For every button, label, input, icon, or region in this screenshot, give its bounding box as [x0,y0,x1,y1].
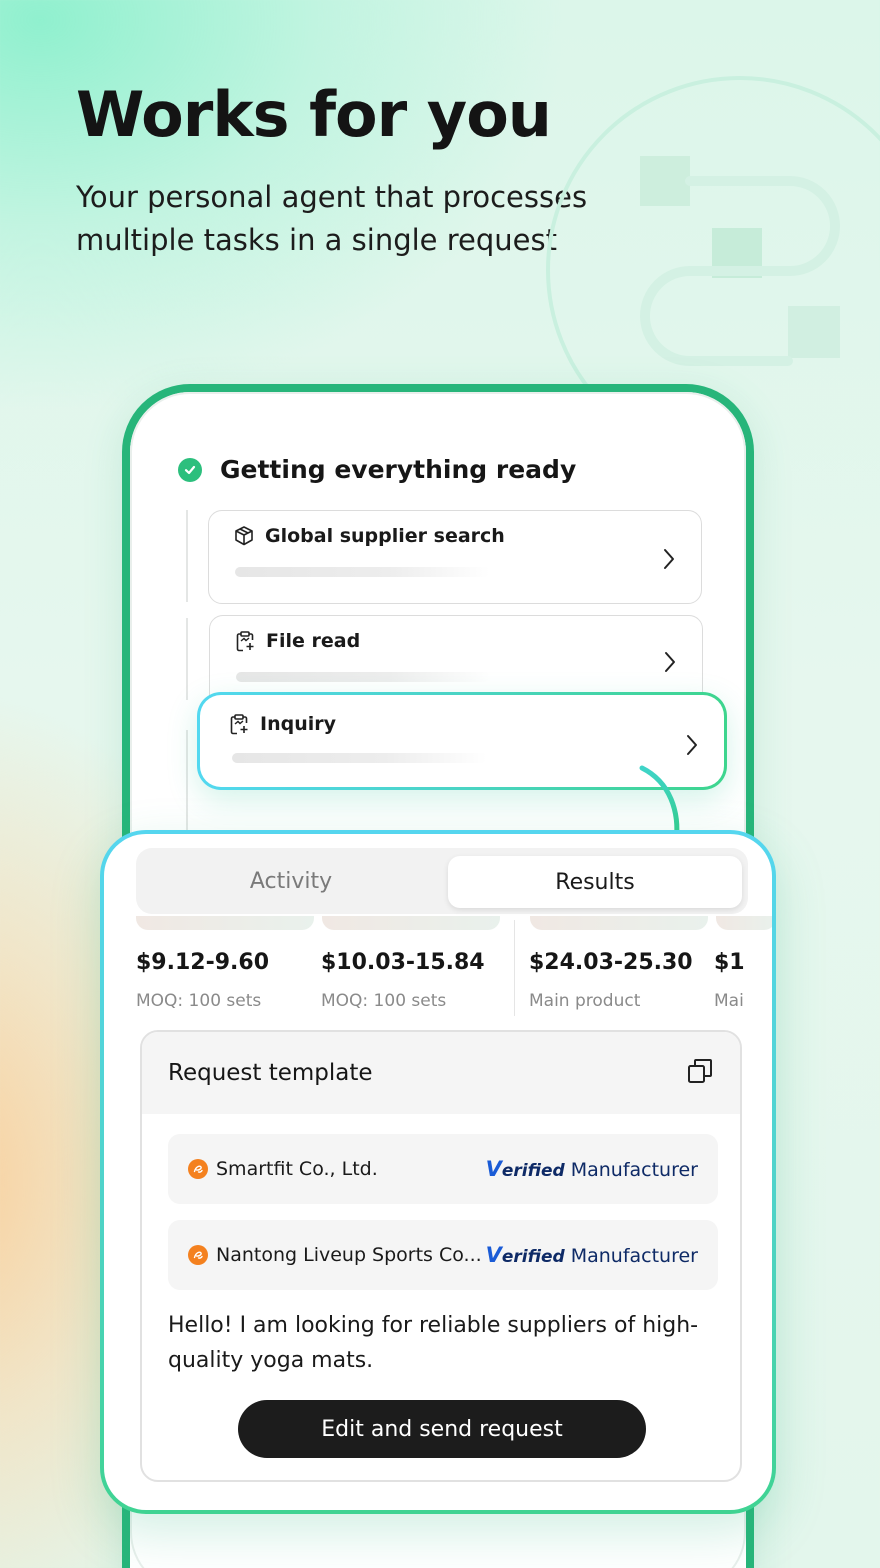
product-image[interactable] [136,916,314,930]
supplier-name: Nantong Liveup Sports Co... [216,1244,482,1266]
clipboard-sparkle-icon [228,713,250,735]
template-header: Request template [142,1032,740,1114]
product-price: $10.03-15.84 [321,950,485,975]
product-card[interactable]: $10.03-15.84 MOQ: 100 sets [321,950,485,1011]
alibaba-logo-icon [188,1159,208,1179]
task-progress-placeholder [232,753,487,763]
template-title: Request template [168,1060,373,1086]
product-divider [514,920,515,1016]
verified-manufacturer-badge: Verified Manufacturer [485,1243,698,1267]
task-progress-placeholder [235,567,490,577]
timeline-connector [186,730,188,830]
product-moq: MOQ: 100 sets [136,991,262,1011]
supplier-row[interactable]: Smartfit Co., Ltd. Verified Manufacturer [168,1134,718,1204]
product-moq: Main product [529,991,641,1011]
workflow-decoration-icon [546,76,880,390]
copy-icon[interactable] [686,1057,714,1090]
timeline-connector [186,618,188,700]
product-price: $9.12-9.60 [136,950,269,975]
product-card[interactable]: $1 Mai [714,950,745,1011]
status-header: Getting everything ready [178,455,576,484]
timeline-connector [186,510,188,602]
task-card-global-supplier-search[interactable]: Global supplier search [208,510,702,604]
supplier-row[interactable]: Nantong Liveup Sports Co... Verified Man… [168,1220,718,1290]
alibaba-logo-icon [188,1245,208,1265]
tab-bar: Activity Results [136,848,748,914]
page-title: Works for you [76,78,552,151]
check-circle-icon [178,457,202,482]
product-card[interactable]: $9.12-9.60 MOQ: 100 sets [136,950,269,1011]
results-panel: Activity Results $9.12-9.60 MOQ: 100 set… [100,830,776,1514]
edit-and-send-request-button[interactable]: Edit and send request [238,1400,646,1458]
product-image[interactable] [530,916,708,930]
product-image[interactable] [322,916,500,930]
clipboard-sparkle-icon [234,630,256,652]
chevron-right-icon [664,549,674,569]
task-label: File read [266,630,361,652]
request-template: Request template Smartfit Co., Ltd. Veri… [140,1030,742,1482]
tab-results[interactable]: Results [448,856,742,908]
product-moq: Mai [714,991,744,1011]
product-card[interactable]: $24.03-25.30 Main product [529,950,693,1011]
request-message[interactable]: Hello! I am looking for reliable supplie… [168,1308,708,1378]
cube-icon [233,525,255,547]
verified-manufacturer-badge: Verified Manufacturer [485,1157,698,1181]
task-label: Inquiry [260,713,336,735]
product-image[interactable] [716,916,772,930]
product-price: $24.03-25.30 [529,950,693,975]
product-moq: MOQ: 100 sets [321,991,447,1011]
task-label: Global supplier search [265,525,505,547]
task-progress-placeholder [236,672,491,682]
chevron-right-icon [687,735,697,755]
status-title: Getting everything ready [220,455,577,484]
product-price: $1 [714,950,745,975]
tab-activity[interactable]: Activity [136,848,446,914]
supplier-name: Smartfit Co., Ltd. [216,1158,378,1180]
chevron-right-icon [665,652,675,672]
